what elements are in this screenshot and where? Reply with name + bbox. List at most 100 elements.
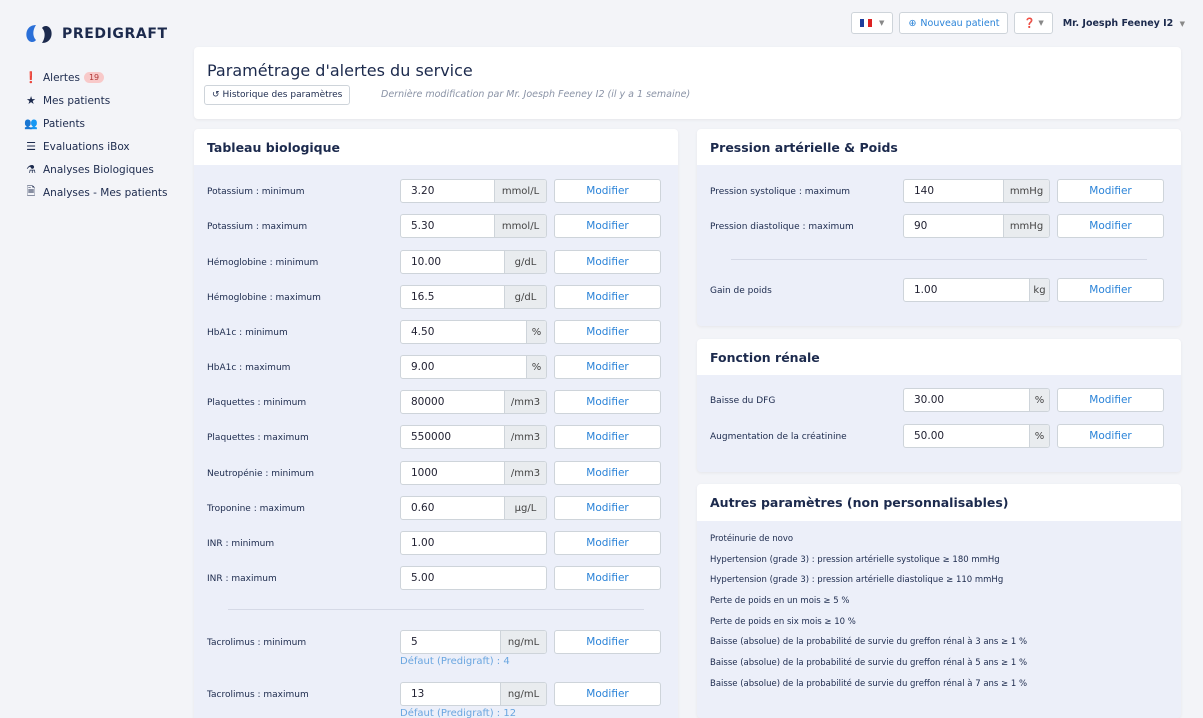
param-row: Tacrolimus : maximum 13 ng/mL Modifier Défau… (194, 682, 678, 718)
param-value-input[interactable]: 9.00 (401, 356, 526, 378)
param-label: Tacrolimus : minimum (207, 638, 307, 648)
param-input-group: 9.00% (400, 355, 547, 379)
param-value-input[interactable]: 1000 (401, 462, 504, 484)
history-button[interactable]: ↺ Historique des paramètres (204, 85, 351, 105)
sliders-icon: ☰ (26, 140, 36, 153)
param-value-input[interactable]: 10.00 (401, 251, 504, 273)
modify-button[interactable]: Modifier (1057, 214, 1164, 238)
user-name: Mr. Joesph Feeney I2 (1062, 17, 1174, 29)
modify-button[interactable]: Modifier (554, 496, 661, 520)
param-value-input[interactable]: 4.50 (401, 321, 526, 343)
sidebar-item-mes-patients[interactable]: ★ Mes patients (24, 89, 167, 112)
modify-button[interactable]: Modifier (554, 682, 661, 706)
divider (731, 259, 1147, 260)
last-modified-note: Dernière modification par Mr. Joesph Fee… (381, 89, 691, 100)
param-row: Plaquettes : minimum 80000/mm3 Modifier (194, 390, 678, 416)
modify-button[interactable]: Modifier (1057, 424, 1164, 448)
history-button-label: Historique des paramètres (222, 90, 343, 100)
logo[interactable]: PREDIGRAFT (24, 23, 168, 45)
modify-button[interactable]: Modifier (554, 630, 661, 654)
param-label: Plaquettes : minimum (207, 398, 307, 408)
param-value-input[interactable]: 13 (401, 683, 500, 705)
param-value-input[interactable]: 5.00 (401, 567, 546, 589)
modify-button[interactable]: Modifier (554, 355, 661, 379)
param-row: Augmentation de la créatinine 50.00% Modif… (697, 424, 1181, 450)
param-label: Pression systolique : maximum (710, 187, 851, 197)
modify-button[interactable]: Modifier (554, 250, 661, 274)
param-row: Pression diastolique : maximum 90 mmHg Modi… (697, 214, 1181, 240)
modify-button[interactable]: Modifier (1057, 179, 1164, 203)
param-value-input[interactable]: 1.00 (401, 532, 546, 554)
param-list-item: Hypertension (grade 3) : pression artéri… (710, 575, 1004, 586)
sidebar-item-analyses-mes-patients[interactable]: 🗎 Analyses - Mes patients (24, 181, 168, 204)
param-input-group: 5 ng/mL (400, 630, 547, 654)
sidebar-item-evaluations-ibox[interactable]: ☰ Evaluations iBox (24, 135, 167, 158)
param-label: Plaquettes : maximum (207, 433, 309, 443)
new-patient-button[interactable]: ⊕ Nouveau patient (899, 12, 1009, 34)
param-value-input[interactable]: 5 (401, 631, 500, 653)
alert-count-badge: 19 (83, 72, 105, 83)
caret-down-icon: ▼ (879, 19, 885, 27)
param-unit: mmHg (1003, 215, 1049, 237)
param-input-group: 5.00 (400, 566, 547, 590)
param-value-input[interactable]: 3.20 (401, 180, 494, 202)
modify-button[interactable]: Modifier (554, 425, 661, 449)
param-unit: ng/mL (500, 631, 546, 653)
param-unit: % (526, 321, 546, 343)
modify-button[interactable]: Modifier (554, 214, 661, 238)
param-value-input[interactable]: 5.30 (401, 215, 494, 237)
users-icon: 👥 (24, 117, 38, 130)
user-menu[interactable]: Mr. Joesph Feeney I2 ▼ (1063, 18, 1185, 29)
sidebar-item-alertes[interactable]: ❗ Alertes 19 (24, 66, 167, 89)
param-value-input[interactable]: 16.5 (401, 286, 504, 308)
modify-button[interactable]: Modifier (554, 461, 661, 485)
param-unit: mmHg (1003, 180, 1049, 202)
param-row: Pression systolique : maximum 140 mmHg Modi… (697, 179, 1181, 205)
sidebar-item-label: Analyses - Mes patients (43, 186, 168, 199)
topbar: ▼ ⊕ Nouveau patient ❓ ▼ Mr. Joesph Feene… (851, 12, 1185, 34)
param-value-input[interactable]: 90 (904, 215, 1003, 237)
param-unit: % (1029, 389, 1049, 411)
help-dropdown[interactable]: ❓ ▼ (1014, 12, 1053, 34)
param-value-input[interactable]: 550000 (401, 426, 504, 448)
param-input-group: 5.30 mmol/L (400, 214, 547, 238)
bio-table-card: Tableau biologique Potassium : minimum 3.… (194, 129, 678, 718)
modify-button[interactable]: Modifier (554, 566, 661, 590)
param-unit: mmol/L (494, 215, 546, 237)
param-row: Tacrolimus : minimum 5 ng/mL Modifier Défaut… (194, 630, 678, 667)
param-value-input[interactable]: 1.00 (904, 279, 1029, 301)
param-label: Neutropénie : minimum (207, 469, 314, 479)
param-label: Hémoglobine : minimum (207, 258, 319, 268)
param-unit: % (1029, 425, 1049, 447)
param-value-input[interactable]: 140 (904, 180, 1003, 202)
param-value-input[interactable]: 50.00 (904, 425, 1029, 447)
modify-button[interactable]: Modifier (554, 285, 661, 309)
sidebar-item-patients[interactable]: 👥 Patients (24, 112, 167, 135)
language-dropdown[interactable]: ▼ (851, 12, 894, 34)
param-input-group: 90 mmHg (903, 214, 1050, 238)
param-unit: ng/mL (500, 683, 546, 705)
modify-button[interactable]: Modifier (554, 179, 661, 203)
modify-button[interactable]: Modifier (1057, 388, 1164, 412)
modify-button[interactable]: Modifier (554, 320, 661, 344)
param-row: Hémoglobine : maximum 16.5 g/dL Modifier (194, 285, 678, 311)
param-list-item: Baisse (absolue) de la probabilité de su… (710, 658, 1028, 669)
param-input-group: 1.00 (400, 531, 547, 555)
sidebar-item-analyses-biologiques[interactable]: ⚗ Analyses Biologiques (24, 158, 167, 181)
page-title: Paramétrage d'alertes du service (207, 61, 473, 80)
param-label: Tacrolimus : maximum (207, 690, 309, 700)
modify-button[interactable]: Modifier (554, 390, 661, 414)
caret-down-icon: ▼ (1179, 19, 1185, 28)
brand-name: PREDIGRAFT (62, 26, 168, 42)
modify-button[interactable]: Modifier (1057, 278, 1164, 302)
param-row: Potassium : minimum 3.20 mmol/L Modifier (194, 179, 678, 205)
param-list-item: Hypertension (grade 3) : pression artéri… (710, 554, 1000, 565)
modify-button[interactable]: Modifier (554, 531, 661, 555)
param-row: HbA1c : maximum 9.00% Modifier (194, 355, 678, 381)
param-value-input[interactable]: 80000 (401, 391, 504, 413)
sidebar-item-label: Alertes (43, 71, 80, 84)
default-value-hint: Défaut (Predigraft) : 12 (400, 708, 517, 718)
param-input-group: 140 mmHg (903, 179, 1050, 203)
param-value-input[interactable]: 30.00 (904, 389, 1029, 411)
param-value-input[interactable]: 0.60 (401, 497, 504, 519)
